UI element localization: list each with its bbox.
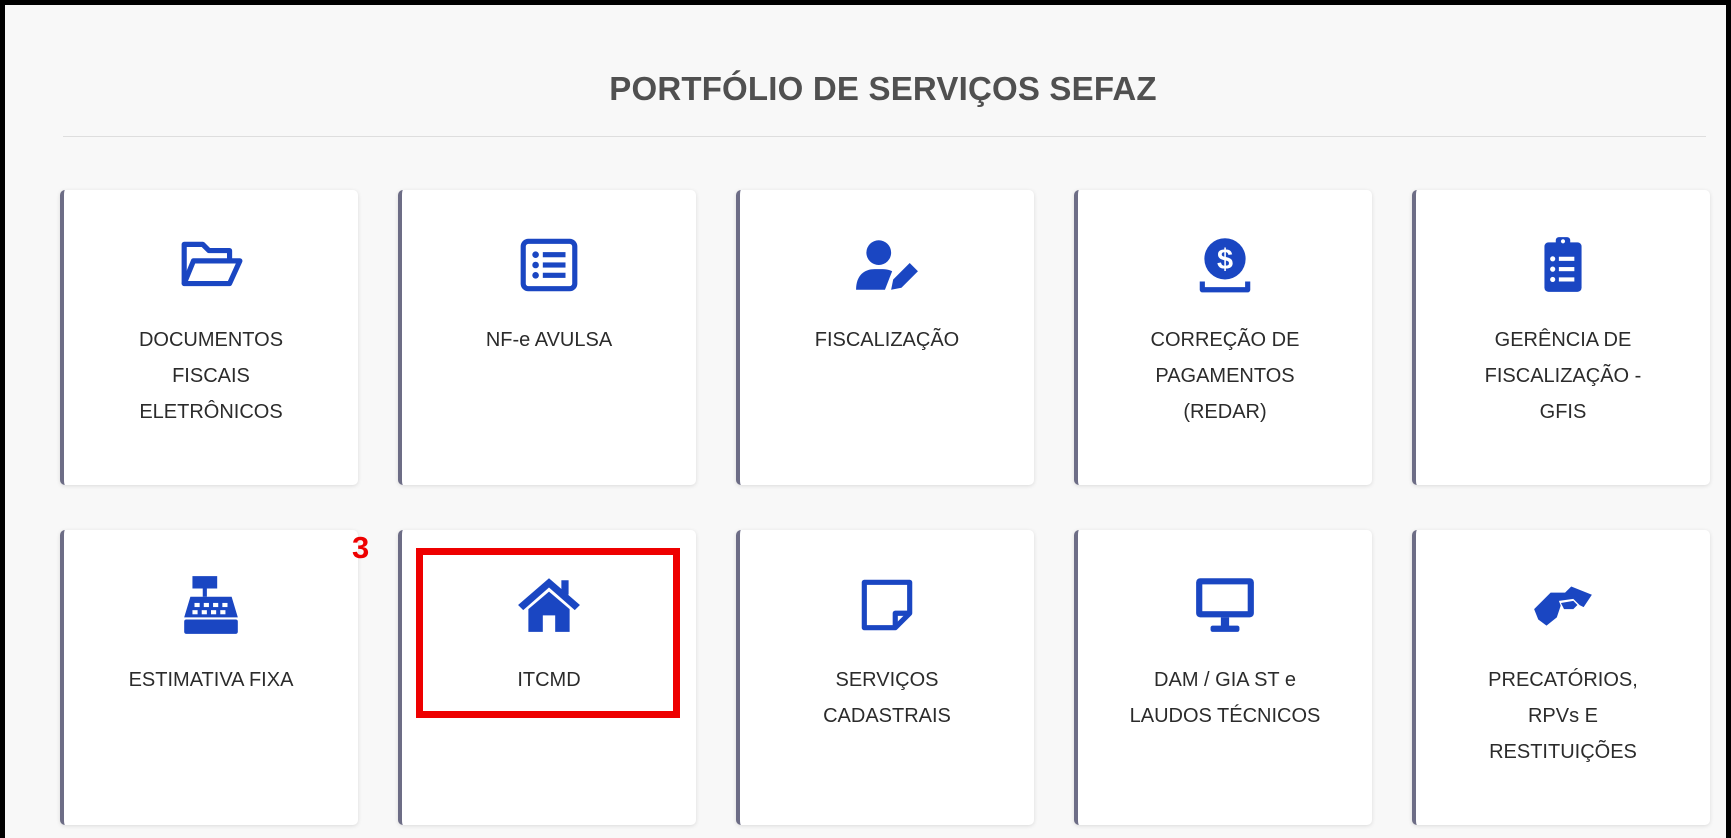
card-label: SERVIÇOS CADASTRAIS	[823, 669, 951, 727]
list-document-icon	[516, 232, 582, 298]
card-label: FISCALIZAÇÃO	[814, 329, 960, 351]
page-title: PORTFÓLIO DE SERVIÇOS SEFAZ	[609, 70, 1157, 107]
services-grid: DOCUMENTOS FISCAIS ELETRÔNICOS NF-e AVUL…	[60, 190, 1710, 825]
card-nfe-avulsa[interactable]: NF-e AVULSA	[398, 190, 696, 485]
card-servicos-cadastrais[interactable]: SERVIÇOS CADASTRAIS	[736, 530, 1034, 825]
card-label: DOCUMENTOS FISCAIS ELETRÔNICOS	[138, 329, 284, 423]
card-correcao-pagamentos[interactable]: $ CORREÇÃO DE PAGAMENTOS (REDAR)	[1074, 190, 1372, 485]
title-divider	[63, 136, 1706, 137]
dollar-coin-icon: $	[1192, 232, 1258, 298]
card-gfis[interactable]: GERÊNCIA DE FISCALIZAÇÃO - GFIS	[1412, 190, 1710, 485]
handshake-icon	[1530, 572, 1596, 638]
card-estimativa-fixa[interactable]: ESTIMATIVA FIXA	[60, 530, 358, 825]
card-label: ESTIMATIVA FIXA	[128, 669, 294, 691]
cash-register-icon	[178, 572, 244, 638]
card-dam-gia-st[interactable]: DAM / GIA ST e LAUDOS TÉCNICOS	[1074, 530, 1372, 825]
card-label: NF-e AVULSA	[485, 329, 613, 351]
card-documentos-fiscais[interactable]: DOCUMENTOS FISCAIS ELETRÔNICOS	[60, 190, 358, 485]
card-label: PRECATÓRIOS, RPVs E RESTITUIÇÕES	[1488, 669, 1638, 763]
folder-open-icon	[178, 232, 244, 298]
svg-text:$: $	[1217, 244, 1233, 276]
user-edit-icon	[854, 232, 920, 298]
clipboard-list-icon	[1530, 232, 1596, 298]
card-fiscalizacao[interactable]: FISCALIZAÇÃO	[736, 190, 1034, 485]
card-label: GERÊNCIA DE FISCALIZAÇÃO - GFIS	[1484, 329, 1642, 423]
desktop-icon	[1192, 572, 1258, 638]
card-label: CORREÇÃO DE PAGAMENTOS (REDAR)	[1150, 329, 1300, 423]
annotation-highlight-box	[416, 548, 680, 718]
card-label: DAM / GIA ST e LAUDOS TÉCNICOS	[1129, 669, 1321, 727]
annotation-number: 3	[352, 530, 370, 565]
card-precatorios[interactable]: PRECATÓRIOS, RPVs E RESTITUIÇÕES	[1412, 530, 1710, 825]
sticky-note-icon	[854, 572, 920, 638]
